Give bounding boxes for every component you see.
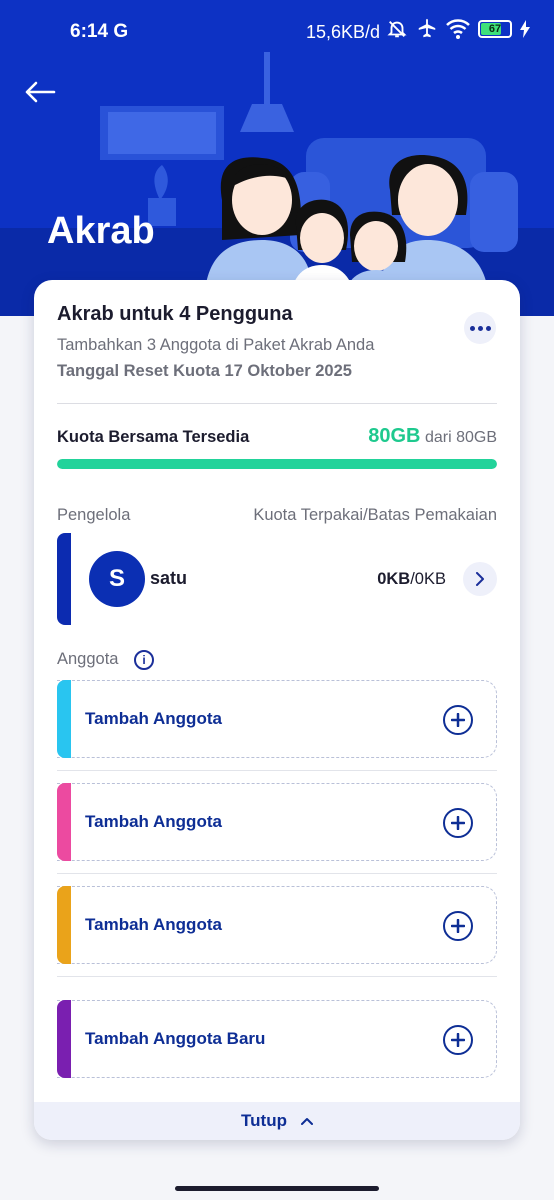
add-member-label: Tambah Anggota — [85, 915, 222, 934]
slot-accent — [57, 782, 71, 861]
hero-header: 6:14 G 15,6KB/d 67 Akrab — [0, 0, 554, 316]
add-member-label: Tambah Anggota — [85, 812, 222, 831]
chevron-up-icon — [300, 1118, 313, 1125]
info-icon[interactable]: i — [134, 650, 154, 670]
plus-circle-icon — [443, 808, 473, 838]
manager-name: satu — [150, 568, 188, 588]
charging-icon — [520, 20, 530, 38]
back-button[interactable] — [22, 74, 58, 110]
data-speed: 15,6KB/d — [306, 22, 381, 42]
divider — [57, 403, 497, 404]
divider — [57, 976, 497, 977]
plus-circle-icon — [443, 705, 473, 735]
manager-accent — [57, 533, 71, 625]
quota-label: Kuota Bersama Tersedia — [57, 428, 250, 446]
manager-used: 0KB — [377, 570, 411, 588]
close-label: Tutup — [241, 1111, 287, 1130]
slot-accent — [57, 885, 71, 964]
wifi-icon — [446, 19, 470, 39]
manager-section-label: Pengelola — [57, 506, 131, 524]
quota-progress-bar — [57, 459, 497, 469]
close-button[interactable]: Tutup — [34, 1102, 520, 1140]
quota-total: dari 80GB — [424, 429, 497, 446]
status-icons: 67 — [386, 18, 530, 40]
add-new-member-label: Tambah Anggota Baru — [85, 1029, 266, 1048]
member-section-label: Anggota — [57, 650, 119, 668]
add-new-member-slot[interactable]: Tambah Anggota Baru — [57, 999, 497, 1078]
quota-progress-fill — [57, 459, 497, 469]
quota-value: 80GB dari 80GB — [368, 425, 497, 448]
add-member-slot[interactable]: Tambah Anggota — [57, 679, 497, 758]
manager-limit: /0KB — [410, 570, 446, 588]
card-subtitle: Tambahkan 3 Anggota di Paket Akrab Anda — [57, 336, 375, 354]
status-bar: 6:14 G 15,6KB/d 67 — [0, 0, 554, 62]
add-member-label: Tambah Anggota — [85, 709, 222, 728]
status-time-text: 6:14 — [70, 21, 109, 42]
manager-usage: 0KB/0KB — [377, 570, 446, 589]
divider — [57, 873, 497, 874]
usage-header: Kuota Terpakai/Batas Pemakaian — [253, 506, 497, 524]
akrab-card: Akrab untuk 4 Pengguna Tambahkan 3 Anggo… — [34, 280, 520, 1140]
more-dot — [477, 325, 483, 331]
manager-detail-button[interactable] — [463, 562, 497, 596]
plus-circle-icon — [443, 1025, 473, 1055]
page-title: Akrab — [47, 210, 155, 252]
slot-accent — [57, 999, 71, 1078]
arrow-left-icon — [25, 81, 56, 103]
divider — [57, 770, 497, 771]
status-time: 6:14 G — [70, 21, 128, 43]
bell-muted-icon — [387, 21, 407, 38]
more-dots-icon — [469, 325, 475, 331]
chevron-right-icon — [476, 572, 484, 586]
slot-accent — [57, 679, 71, 758]
card-title: Akrab untuk 4 Pengguna — [57, 303, 293, 325]
avatar: S — [89, 551, 145, 607]
home-indicator[interactable] — [175, 1186, 379, 1191]
more-options-button[interactable] — [464, 312, 496, 344]
more-dot — [485, 325, 491, 331]
airplane-icon — [418, 18, 436, 38]
reset-date: Tanggal Reset Kuota 17 Oktober 2025 — [57, 362, 352, 380]
battery-level: 67 — [488, 23, 502, 35]
plus-circle-icon — [443, 911, 473, 941]
battery-icon: 67 — [478, 20, 512, 38]
network-type: G — [113, 21, 129, 42]
add-member-slot[interactable]: Tambah Anggota — [57, 782, 497, 861]
manager-row[interactable]: S satu 0KB/0KB — [57, 533, 497, 625]
quota-available: 80GB — [368, 425, 421, 447]
add-member-slot[interactable]: Tambah Anggota — [57, 885, 497, 964]
